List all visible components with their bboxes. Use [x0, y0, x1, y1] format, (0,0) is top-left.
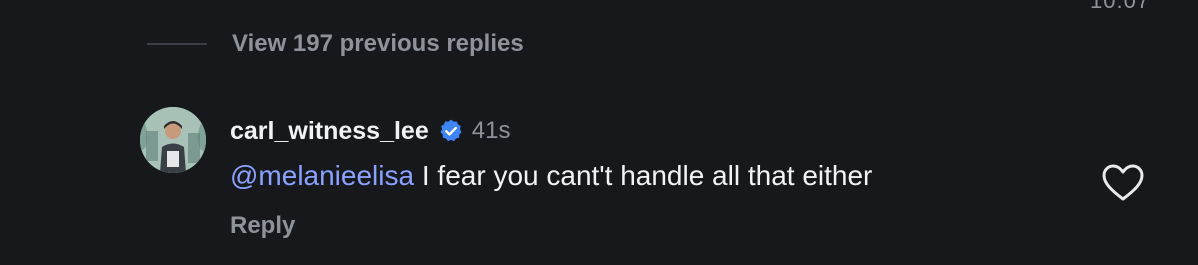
- heart-outline-icon[interactable]: [1101, 163, 1145, 203]
- comment-timestamp: 41s: [471, 117, 511, 144]
- avatar-image: [140, 107, 206, 173]
- comment-thread: 10:07 View 197 previous replies carl_wit…: [0, 0, 1198, 265]
- reply-button[interactable]: Reply: [230, 212, 295, 240]
- avatar[interactable]: [140, 107, 206, 173]
- view-previous-replies-button[interactable]: View 197 previous replies: [147, 26, 524, 62]
- comment-body: I fear you cant't handle all that either: [414, 160, 873, 191]
- comment-username[interactable]: carl_witness_lee: [230, 117, 429, 146]
- verified-badge-icon: [440, 119, 462, 142]
- view-previous-replies-label: View 197 previous replies: [232, 30, 524, 57]
- cut-off-text: 10:07: [1090, 0, 1151, 13]
- mention-link[interactable]: @melanieelisa: [230, 160, 414, 191]
- comment-header: carl_witness_lee 41s: [230, 114, 510, 148]
- comment-text: @melanieelisa I fear you cant't handle a…: [230, 160, 872, 192]
- replies-divider-line: [147, 43, 207, 45]
